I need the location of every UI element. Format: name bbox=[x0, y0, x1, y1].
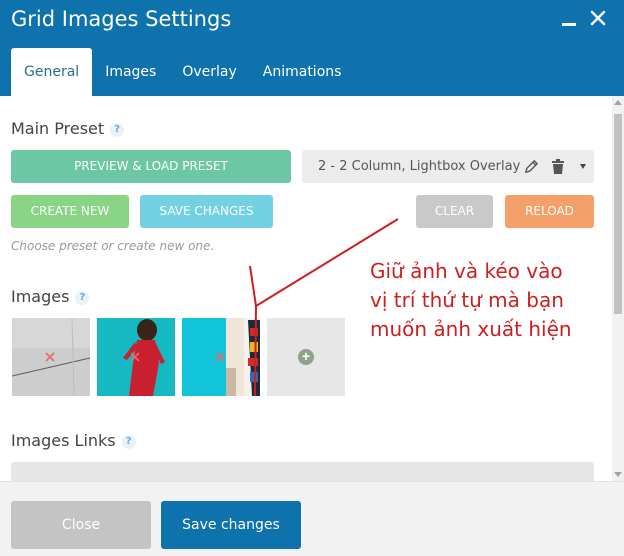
minimize-button[interactable] bbox=[558, 8, 580, 30]
preset-hint: Choose preset or create new one. bbox=[11, 239, 215, 253]
plus-icon: + bbox=[298, 349, 314, 365]
scroll-thumb[interactable] bbox=[614, 114, 622, 314]
image-thumbnail[interactable] bbox=[12, 318, 90, 396]
tab-bar: General Images Overlay Animations bbox=[11, 48, 354, 96]
help-icon[interactable]: ? bbox=[110, 123, 125, 137]
images-links-field[interactable] bbox=[11, 462, 594, 481]
help-icon[interactable]: ? bbox=[75, 291, 90, 305]
reload-button[interactable]: RELOAD bbox=[505, 195, 594, 228]
annotation-line: Giữ ảnh và kéo vào bbox=[370, 259, 563, 283]
image-thumbnail[interactable] bbox=[97, 318, 175, 396]
chevron-down-icon bbox=[580, 164, 586, 169]
image-thumbnail[interactable] bbox=[182, 318, 260, 396]
tab-animations[interactable]: Animations bbox=[250, 48, 355, 96]
trash-icon[interactable] bbox=[551, 158, 565, 175]
main-preset-heading: Main Preset? bbox=[11, 119, 125, 138]
minimize-icon bbox=[562, 23, 576, 26]
create-new-button[interactable]: CREATE NEW bbox=[11, 195, 129, 228]
tab-overlay[interactable]: Overlay bbox=[169, 48, 249, 96]
clear-button[interactable]: CLEAR bbox=[416, 195, 493, 228]
images-heading: Images? bbox=[11, 287, 90, 306]
scroll-down-arrow[interactable] bbox=[614, 472, 622, 477]
drag-instruction-annotation: Giữ ảnh và kéo vào vị trí thứ tự mà bạn … bbox=[370, 257, 610, 344]
annotation-line: vị trí thứ tự mà bạn bbox=[370, 288, 564, 312]
tab-images[interactable]: Images bbox=[92, 48, 169, 96]
close-button[interactable]: Close bbox=[11, 501, 151, 549]
save-changes-button[interactable]: Save changes bbox=[161, 501, 301, 549]
help-icon[interactable]: ? bbox=[121, 435, 136, 449]
remove-icon[interactable] bbox=[44, 351, 56, 363]
close-icon bbox=[590, 10, 606, 26]
remove-icon[interactable] bbox=[214, 351, 226, 363]
save-preset-button[interactable]: SAVE CHANGES bbox=[140, 195, 273, 228]
preset-select[interactable]: 2 - 2 Column, Lightbox Overlay bbox=[302, 150, 594, 183]
scroll-up-arrow[interactable] bbox=[614, 100, 622, 105]
dialog-footer: Close Save changes bbox=[0, 481, 624, 556]
images-links-label: Images Links bbox=[11, 431, 116, 450]
settings-panel: Main Preset? PREVIEW & LOAD PRESET 2 - 2… bbox=[0, 96, 612, 481]
tab-general[interactable]: General bbox=[11, 48, 93, 96]
annotation-line: muốn ảnh xuất hiện bbox=[370, 317, 572, 341]
preview-load-preset-button[interactable]: PREVIEW & LOAD PRESET bbox=[11, 150, 291, 183]
preset-select-value: 2 - 2 Column, Lightbox Overlay bbox=[318, 159, 521, 174]
dialog-header: Grid Images Settings General Images Over… bbox=[0, 0, 624, 96]
images-links-heading: Images Links? bbox=[11, 431, 136, 450]
dialog-title: Grid Images Settings bbox=[11, 7, 232, 31]
remove-icon[interactable] bbox=[129, 351, 141, 363]
add-image-button[interactable]: + bbox=[267, 318, 345, 396]
pencil-icon[interactable] bbox=[524, 159, 539, 174]
main-preset-label: Main Preset bbox=[11, 119, 105, 138]
vertical-scrollbar[interactable] bbox=[612, 96, 624, 481]
close-window-button[interactable] bbox=[588, 8, 610, 30]
images-label: Images bbox=[11, 287, 70, 306]
